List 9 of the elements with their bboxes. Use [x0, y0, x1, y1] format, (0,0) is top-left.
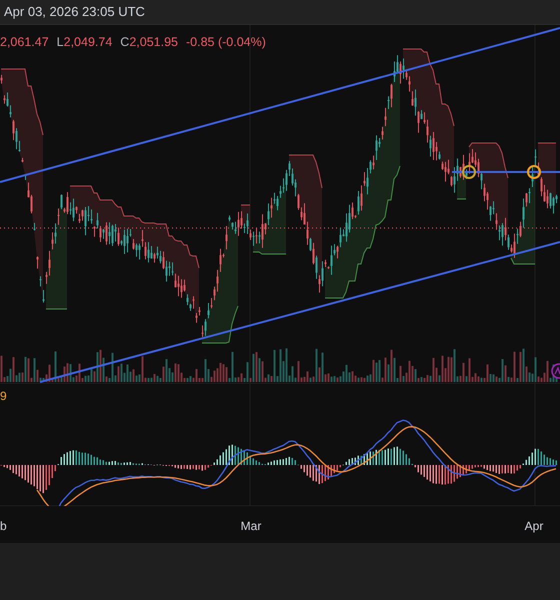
ohlc-value: L2,049.74	[56, 34, 112, 51]
ohlc-value: 2,061.47	[0, 34, 49, 51]
timestamp: Apr 03, 2026 23:05 UTC	[4, 4, 145, 19]
ohlc-value: C2,051.95	[120, 34, 178, 51]
indicator-value: 9	[0, 388, 7, 405]
ohlc-value: -0.85 (-0.04%)	[186, 34, 266, 51]
axis-label: b	[0, 519, 7, 533]
axis-label: Mar	[240, 519, 262, 533]
axis-label: Apr	[524, 519, 544, 533]
